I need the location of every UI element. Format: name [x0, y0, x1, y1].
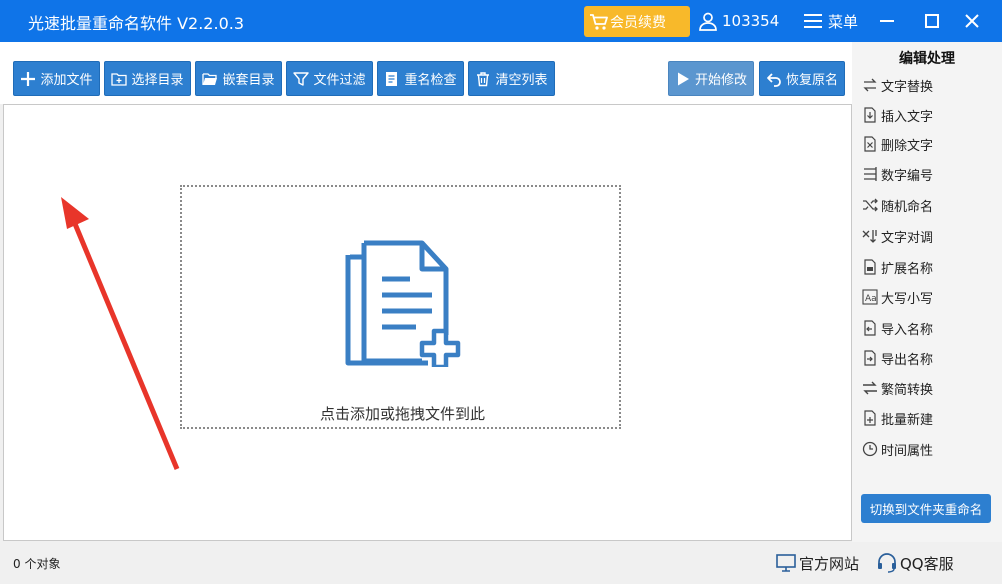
- panel-item-label: 删除文字: [881, 138, 934, 154]
- panel-item-swap-text[interactable]: 文字对调: [862, 225, 933, 247]
- clear-list-button[interactable]: 清空列表: [468, 61, 555, 96]
- replace-icon: [863, 78, 877, 92]
- nested-directory-button[interactable]: 嵌套目录: [195, 61, 282, 96]
- close-icon: [965, 14, 979, 28]
- panel-item-label: 扩展名称: [881, 261, 934, 277]
- qq-service-link[interactable]: QQ客服: [876, 552, 954, 574]
- file-filter-label: 文件过滤: [313, 73, 366, 88]
- panel-item-label: 繁简转换: [881, 382, 934, 398]
- panel-item-label: 导入名称: [881, 322, 934, 338]
- add-file-button[interactable]: 添加文件: [13, 61, 100, 96]
- switch-folder-rename-button[interactable]: 切换到文件夹重命名: [861, 494, 991, 523]
- trash-icon: [477, 71, 490, 86]
- shuffle-icon: [863, 198, 878, 212]
- official-website-label: 官方网站: [799, 554, 860, 573]
- panel-item-time-attribute[interactable]: 时间属性: [862, 438, 933, 460]
- panel-item-number[interactable]: 数字编号: [862, 163, 933, 185]
- panel-item-export-name[interactable]: 导出名称: [862, 347, 933, 369]
- restore-name-label: 恢复原名: [785, 73, 838, 88]
- delete-text-icon: [864, 136, 876, 152]
- panel-item-label: 数字编号: [881, 168, 934, 184]
- select-directory-button[interactable]: 选择目录: [104, 61, 191, 96]
- document-check-icon: [386, 71, 398, 86]
- folder-open-icon: [202, 72, 218, 85]
- qq-service-label: QQ客服: [900, 554, 954, 573]
- panel-item-label: 大写小写: [881, 291, 934, 307]
- menu-label: 菜单: [828, 12, 859, 31]
- title-bar: 光速批量重命名软件 V2.2.0.3 会员续费 103354 菜单: [0, 0, 1002, 42]
- app-title: 光速批量重命名软件 V2.2.0.3: [28, 14, 245, 33]
- start-modify-button[interactable]: 开始修改: [668, 61, 754, 96]
- start-modify-label: 开始修改: [694, 73, 747, 88]
- import-icon: [864, 320, 876, 336]
- cart-icon: [590, 13, 608, 30]
- add-document-icon: [345, 240, 461, 367]
- user-id: 103354: [722, 12, 780, 30]
- official-website-link[interactable]: 官方网站: [775, 552, 859, 574]
- red-arrow-annotation: [61, 197, 180, 470]
- headset-icon: [878, 553, 896, 573]
- panel-item-convert[interactable]: 繁简转换: [862, 377, 933, 399]
- panel-item-insert-text[interactable]: 插入文字: [862, 104, 933, 126]
- status-bar: 0 个对象 官方网站 QQ客服: [0, 542, 1002, 584]
- swap-text-icon: [862, 230, 877, 243]
- svg-text:Aa: Aa: [865, 294, 877, 304]
- vip-renew-label: 会员续费: [610, 14, 666, 31]
- rename-check-button[interactable]: 重名检查: [377, 61, 464, 96]
- export-icon: [864, 350, 876, 366]
- panel-item-import-name[interactable]: 导入名称: [862, 317, 933, 339]
- panel-item-label: 插入文字: [881, 109, 934, 125]
- folder-add-icon: [111, 72, 128, 86]
- hamburger-icon: [804, 14, 822, 28]
- plus-icon: [21, 71, 36, 86]
- maximize-button[interactable]: [917, 6, 947, 36]
- clock-icon: [862, 441, 878, 457]
- panel-item-label: 批量新建: [881, 412, 934, 428]
- file-list-area[interactable]: 点击添加或拖拽文件到此: [3, 104, 852, 541]
- edit-panel: 编辑处理 文字替换 插入文字 删除文字 数字编号 随机命名 文字对调 扩展名称 …: [852, 42, 1002, 542]
- vip-renew-button[interactable]: 会员续费: [584, 6, 690, 37]
- minimize-button[interactable]: [872, 6, 902, 36]
- close-button[interactable]: [957, 6, 987, 36]
- user-icon: [699, 12, 717, 31]
- panel-item-label: 导出名称: [881, 352, 934, 368]
- undo-icon: [767, 72, 781, 87]
- drop-zone[interactable]: 点击添加或拖拽文件到此: [180, 185, 621, 429]
- convert-icon: [863, 381, 877, 395]
- panel-item-extension[interactable]: 扩展名称: [862, 256, 933, 278]
- extension-icon: [864, 259, 876, 275]
- panel-title: 编辑处理: [899, 51, 955, 67]
- drop-hint-text: 点击添加或拖拽文件到此: [319, 405, 485, 423]
- object-count: 0 个对象: [13, 557, 61, 571]
- panel-item-batch-new[interactable]: 批量新建: [862, 407, 933, 429]
- select-directory-label: 选择目录: [131, 73, 184, 88]
- toolbar: 添加文件 选择目录 嵌套目录 文件过滤 重名检查 清空列表 开始修改 恢复原名: [0, 42, 852, 104]
- number-list-icon: [864, 167, 877, 181]
- maximize-icon: [925, 14, 939, 28]
- restore-name-button[interactable]: 恢复原名: [759, 61, 845, 96]
- panel-item-label: 文字替换: [881, 79, 934, 95]
- monitor-icon: [776, 554, 796, 572]
- user-account[interactable]: 103354: [698, 10, 779, 32]
- play-icon: [677, 72, 689, 85]
- panel-item-letter-case[interactable]: Aa 大写小写: [862, 286, 933, 308]
- new-file-icon: [864, 410, 876, 426]
- panel-item-delete-text[interactable]: 删除文字: [862, 133, 933, 155]
- insert-text-icon: [864, 107, 876, 123]
- clear-list-label: 清空列表: [495, 73, 548, 88]
- panel-item-label: 时间属性: [881, 443, 934, 459]
- file-filter-button[interactable]: 文件过滤: [286, 61, 373, 96]
- panel-item-random-name[interactable]: 随机命名: [862, 194, 933, 216]
- letter-case-icon: Aa: [862, 289, 878, 305]
- panel-item-label: 文字对调: [881, 230, 934, 246]
- rename-check-label: 重名检查: [404, 73, 457, 88]
- add-file-label: 添加文件: [40, 73, 93, 88]
- filter-icon: [293, 71, 310, 86]
- menu-button[interactable]: 菜单: [804, 10, 858, 32]
- panel-item-label: 随机命名: [881, 199, 934, 215]
- panel-item-text-replace[interactable]: 文字替换: [862, 74, 933, 96]
- minimize-icon: [880, 20, 894, 22]
- nested-directory-label: 嵌套目录: [222, 73, 275, 88]
